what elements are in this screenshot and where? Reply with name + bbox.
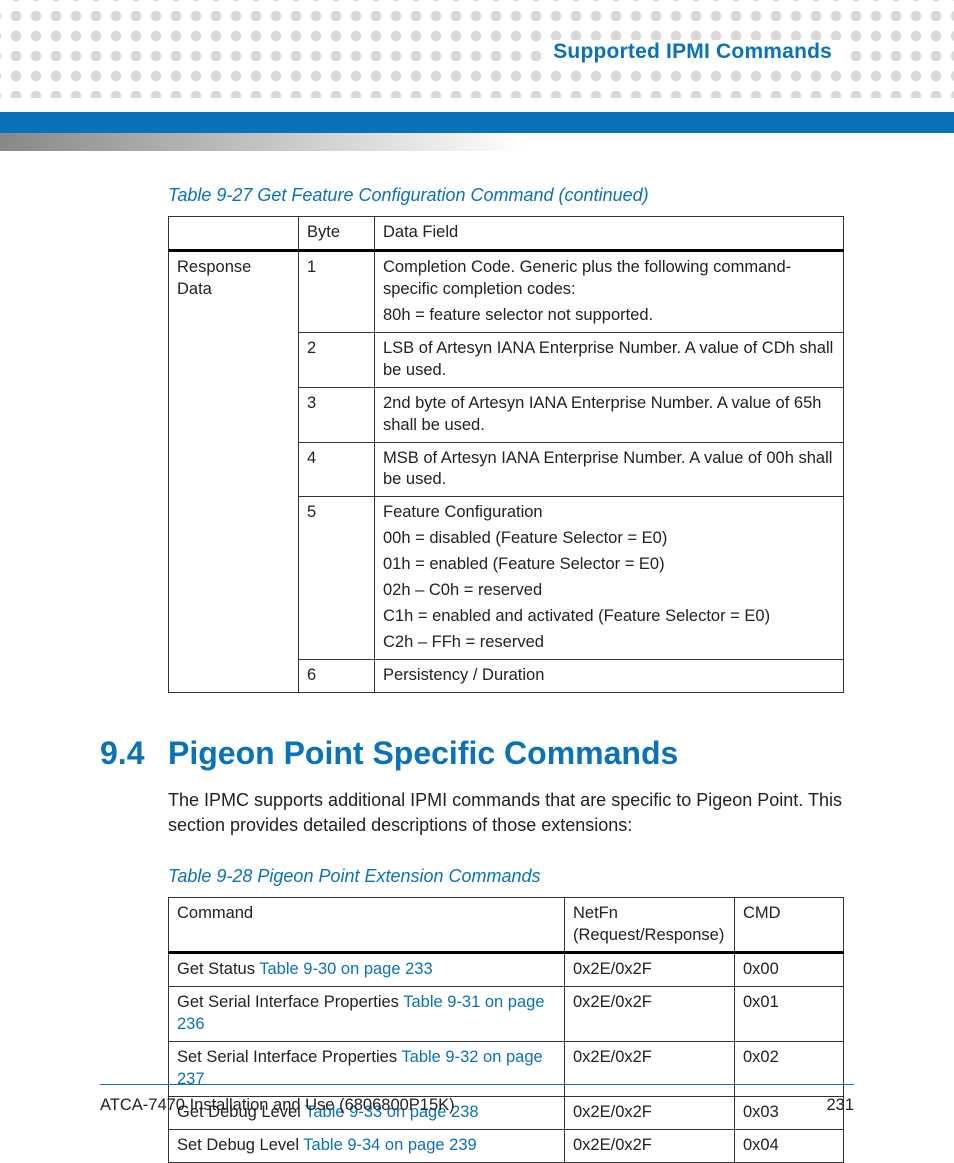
table-927: Byte Data Field Response Data 1 Completi…	[168, 216, 844, 693]
section-intro: The IPMC supports additional IPMI comman…	[168, 788, 844, 838]
table-row: Get Serial Interface Properties Table 9-…	[169, 987, 844, 1042]
table-927-head-col2: Byte	[299, 217, 375, 251]
cell-byte: 3	[299, 387, 375, 442]
table-927-caption: Table 9-27 Get Feature Configuration Com…	[168, 185, 844, 206]
cell-line: Completion Code. Generic plus the follow…	[383, 257, 835, 301]
cell-byte: 2	[299, 332, 375, 387]
cell-line: 01h = enabled (Feature Selector = E0)	[383, 554, 835, 576]
table-928: Command NetFn (Request/Response) CMD Get…	[168, 897, 844, 1163]
cell-data: LSB of Artesyn IANA Enterprise Number. A…	[375, 332, 844, 387]
cell-line: LSB of Artesyn IANA Enterprise Number. A…	[383, 338, 835, 382]
cell-cmd: 0x00	[735, 953, 844, 987]
cell-line: 2nd byte of Artesyn IANA Enterprise Numb…	[383, 393, 835, 437]
cmd-text: Get Serial Interface Properties	[177, 993, 403, 1011]
cross-ref-link[interactable]: Table 9-30 on page 233	[259, 960, 432, 978]
table-927-head-col3: Data Field	[375, 217, 844, 251]
cell-command: Get Status Table 9-30 on page 233	[169, 953, 565, 987]
cell-netfn: 0x2E/0x2F	[565, 1130, 735, 1163]
cell-byte: 5	[299, 497, 375, 660]
table-927-head-col1	[169, 217, 299, 251]
cell-line: C2h – FFh = reserved	[383, 632, 835, 654]
cell-line: C1h = enabled and activated (Feature Sel…	[383, 606, 835, 628]
table-928-caption: Table 9-28 Pigeon Point Extension Comman…	[168, 866, 844, 887]
table-row: Set Debug Level Table 9-34 on page 239 0…	[169, 1130, 844, 1163]
table-row: Set Serial Interface Properties Table 9-…	[169, 1042, 844, 1097]
cell-netfn: 0x2E/0x2F	[565, 987, 735, 1042]
cmd-text: Set Serial Interface Properties	[177, 1048, 401, 1066]
cell-cmd: 0x04	[735, 1130, 844, 1163]
cell-cmd: 0x01	[735, 987, 844, 1042]
cell-line: 02h – C0h = reserved	[383, 580, 835, 602]
cell-line: Persistency / Duration	[383, 665, 835, 687]
header-rule-blue	[0, 112, 954, 133]
footer-rule	[100, 1084, 854, 1085]
table-928-head-col1: Command	[169, 897, 565, 953]
section-number: 9.4	[100, 735, 168, 772]
cmd-text: Get Status	[177, 960, 259, 978]
cell-data: Persistency / Duration	[375, 660, 844, 693]
cell-netfn: 0x2E/0x2F	[565, 1097, 735, 1130]
cell-data: Completion Code. Generic plus the follow…	[375, 250, 844, 332]
cell-line: MSB of Artesyn IANA Enterprise Number. A…	[383, 448, 835, 492]
cell-netfn: 0x2E/0x2F	[565, 1042, 735, 1097]
table-row: Response Data 1 Completion Code. Generic…	[169, 250, 844, 332]
cmd-text: Set Debug Level	[177, 1136, 303, 1154]
cell-byte: 4	[299, 442, 375, 497]
cell-command: Set Debug Level Table 9-34 on page 239	[169, 1130, 565, 1163]
cell-byte: 1	[299, 250, 375, 332]
cross-ref-link[interactable]: Table 9-34 on page 239	[303, 1136, 476, 1154]
table-row: Get Status Table 9-30 on page 233 0x2E/0…	[169, 953, 844, 987]
table-928-head-col2: NetFn (Request/Response)	[565, 897, 735, 953]
table-927-group-label: Response Data	[169, 250, 299, 692]
cell-line: Feature Configuration	[383, 502, 835, 524]
cell-line: 80h = feature selector not supported.	[383, 305, 835, 327]
cell-byte: 6	[299, 660, 375, 693]
footer-doc-title: ATCA-7470 Installation and Use (6806800P…	[100, 1096, 455, 1115]
cell-data: Feature Configuration 00h = disabled (Fe…	[375, 497, 844, 660]
cell-cmd: 0x02	[735, 1042, 844, 1097]
cell-command: Set Serial Interface Properties Table 9-…	[169, 1042, 565, 1097]
cell-netfn: 0x2E/0x2F	[565, 953, 735, 987]
cell-line: 00h = disabled (Feature Selector = E0)	[383, 528, 835, 550]
chapter-title: Supported IPMI Commands	[541, 40, 844, 64]
section-title: Pigeon Point Specific Commands	[168, 735, 678, 772]
cell-data: MSB of Artesyn IANA Enterprise Number. A…	[375, 442, 844, 497]
cell-data: 2nd byte of Artesyn IANA Enterprise Numb…	[375, 387, 844, 442]
table-928-head-col3: CMD	[735, 897, 844, 953]
footer-page-number: 231	[826, 1096, 854, 1115]
header-rule-grey-gradient	[0, 133, 954, 151]
cell-command: Get Serial Interface Properties Table 9-…	[169, 987, 565, 1042]
